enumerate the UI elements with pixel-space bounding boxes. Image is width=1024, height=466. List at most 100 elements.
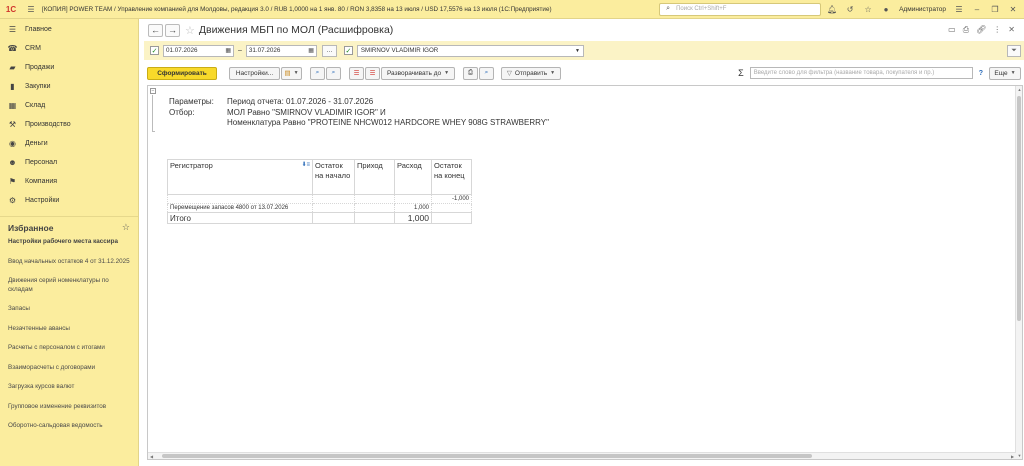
favorite-item[interactable]: Настройки рабочего места кассира [0, 238, 138, 247]
generate-button[interactable]: Сформировать [147, 66, 217, 80]
cell-expense[interactable]: 1,000 [394, 212, 432, 224]
cell-registrar[interactable]: Перемещение запасов 4800 от 13.07.2026 [167, 203, 313, 213]
find-button[interactable]: ⌕ [310, 66, 325, 80]
sidebar-item-label: Главное [25, 26, 52, 33]
sidebar-item-crm[interactable]: ☎ CRM [0, 39, 138, 58]
column-header-opening[interactable]: Остаток на начало [312, 159, 355, 195]
column-header-registrar[interactable]: Регистратор ⬇︎≡ [167, 159, 313, 195]
form-settings-icon[interactable]: ▭ [948, 25, 956, 35]
report-area[interactable]: − Параметры: Период отчета: 01.07.2026 -… [147, 85, 1023, 460]
scroll-left-icon[interactable]: ◀ [148, 453, 155, 460]
vertical-scrollbar[interactable]: ▲ ▼ [1015, 86, 1022, 459]
calendar-icon[interactable]: ▦ [308, 47, 314, 54]
funnel-icon[interactable]: ⏷ [1007, 44, 1021, 57]
cell-opening[interactable] [312, 194, 355, 204]
help-button[interactable]: ? [979, 70, 983, 77]
sidebar-item-money[interactable]: ◉ Деньги [0, 134, 138, 153]
date-from-field[interactable]: 01.07.2026 ▦ [163, 44, 234, 57]
scroll-right-icon[interactable]: ▶ [1009, 453, 1016, 460]
vertical-scroll-thumb[interactable] [1017, 96, 1021, 321]
notifications-bell-icon[interactable]: 🔔︎ [827, 4, 837, 14]
horizontal-scroll-thumb[interactable] [162, 454, 812, 458]
date-to-field[interactable]: 31.07.2026 ▦ [245, 44, 317, 57]
favorite-item[interactable]: Взаиморасчеты с договорами [0, 364, 138, 373]
favorite-item[interactable]: Оборотно-сальдовая ведомость [0, 422, 138, 431]
more-button[interactable]: Еще ▼ [989, 66, 1021, 80]
horizontal-scrollbar[interactable]: ◀ ▶ [148, 452, 1016, 459]
cell-registrar[interactable]: Итого [167, 212, 313, 224]
table-row[interactable]: -1,000 [167, 194, 472, 204]
cell-income[interactable] [354, 194, 395, 204]
main-menu-icon[interactable]: ☰ [26, 4, 36, 14]
sidebar-item-home[interactable]: ☰ Главное [0, 20, 138, 39]
cell-closing[interactable]: -1,000 [431, 194, 472, 204]
column-header-closing[interactable]: Остаток на конец [431, 159, 472, 195]
history-icon[interactable]: ↺ [845, 4, 855, 14]
settings-menu-icon[interactable]: ☰ [954, 4, 964, 14]
link-icon[interactable]: 🔗︎ [976, 25, 986, 35]
close-icon[interactable]: ✕ [1008, 4, 1018, 14]
sidebar-item-settings[interactable]: ⚙ Настройки [0, 191, 138, 210]
favorites-star-icon[interactable]: ☆ [863, 4, 873, 14]
variant-button[interactable]: ▤ ▼ [281, 66, 302, 80]
sidebar-item-sales[interactable]: ▰ Продажи [0, 58, 138, 77]
favorite-item[interactable]: Загрузка курсов валют [0, 383, 138, 392]
sidebar-item-warehouse[interactable]: ▦ Склад [0, 96, 138, 115]
back-button[interactable]: ← [148, 23, 163, 37]
collapse-group-icon[interactable]: − [150, 88, 156, 94]
favorite-item[interactable]: Незачтенные авансы [0, 325, 138, 334]
table-row[interactable]: Перемещение запасов 4800 от 13.07.2026 1,… [167, 203, 472, 213]
cell-closing[interactable] [431, 203, 472, 213]
cell-income[interactable] [354, 203, 395, 213]
calendar-icon[interactable]: ▦ [225, 47, 231, 54]
cell-closing[interactable] [431, 212, 472, 224]
print-icon[interactable]: ⎙ [963, 25, 969, 35]
collapse-button[interactable]: ☰ [349, 66, 364, 80]
find-next-button[interactable]: ⌕ [326, 66, 341, 80]
cell-opening[interactable] [312, 203, 355, 213]
favorite-item[interactable]: Запасы [0, 305, 138, 314]
cell-expense[interactable] [394, 194, 432, 204]
scroll-up-icon[interactable]: ▲ [1016, 86, 1023, 93]
forward-button[interactable]: → [165, 23, 180, 37]
sidebar-item-personnel[interactable]: ☻ Персонал [0, 153, 138, 172]
favorite-item[interactable]: Движения серий номенклатуры по складам [0, 277, 138, 294]
scroll-down-icon[interactable]: ▼ [1016, 452, 1023, 459]
user-name[interactable]: Администратор [899, 6, 946, 13]
favorite-item[interactable]: Групповое изменение реквизитов [0, 403, 138, 412]
print-button[interactable]: ⎙ [463, 66, 478, 80]
global-search-input[interactable]: ⌕ Поиск Ctrl+Shift+F [659, 2, 822, 16]
expand-to-button[interactable]: Разворачивать до ▼ [381, 66, 455, 80]
add-to-favorites-star-icon[interactable]: ☆ [185, 24, 195, 37]
report-filter-input[interactable]: Введите слово для фильтра (название това… [749, 67, 973, 79]
chevron-down-icon[interactable]: ▼ [575, 48, 580, 54]
select-period-button[interactable]: ... [321, 44, 337, 57]
cell-registrar[interactable] [167, 194, 313, 204]
cell-opening[interactable] [312, 212, 355, 224]
send-button[interactable]: ▽ Отправить ▼ [501, 66, 561, 80]
sigma-icon[interactable]: Σ [738, 68, 744, 78]
user-icon[interactable]: ● [881, 4, 891, 14]
expand-button[interactable]: ☰ [365, 66, 380, 80]
close-form-icon[interactable]: ✕ [1008, 25, 1015, 35]
sort-icon[interactable]: ⬇︎≡ [301, 161, 310, 171]
mol-field[interactable]: SMIRNOV VLADIMIR IGOR ▼ [356, 44, 584, 57]
sidebar-item-production[interactable]: ⚒ Производство [0, 115, 138, 134]
mol-checkbox[interactable]: ✓ [343, 46, 353, 55]
favorites-star-icon[interactable]: ☆ [122, 222, 130, 233]
cell-income[interactable] [354, 212, 395, 224]
favorite-item[interactable]: Ввод начальных остатков 4 от 31.12.2025 [0, 258, 138, 267]
sidebar-item-company[interactable]: ⚑ Компания [0, 172, 138, 191]
minimize-icon[interactable]: – [972, 4, 982, 14]
sidebar-item-purchases[interactable]: ▮ Закупки [0, 77, 138, 96]
settings-button[interactable]: Настройки... [229, 66, 280, 80]
total-row[interactable]: Итого 1,000 [167, 212, 472, 224]
cell-expense[interactable]: 1,000 [394, 203, 432, 213]
restore-icon[interactable]: ❐ [990, 4, 1000, 14]
preview-button[interactable]: ⌕ [479, 66, 494, 80]
more-actions-icon[interactable]: ⋮ [993, 25, 1001, 35]
period-checkbox[interactable]: ✓ [150, 46, 159, 55]
column-header-income[interactable]: Приход [354, 159, 395, 195]
favorite-item[interactable]: Расчеты с персоналом с итогами [0, 344, 138, 353]
column-header-expense[interactable]: Расход [394, 159, 432, 195]
